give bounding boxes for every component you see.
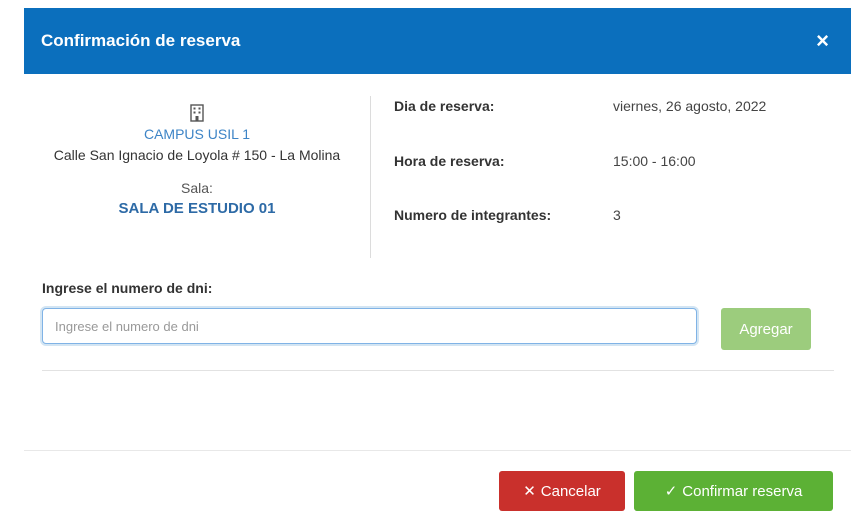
cancel-label: Cancelar [540,482,601,500]
check-icon: ✓ [664,483,678,500]
detail-label: Numero de integrantes: [394,207,552,223]
add-button[interactable]: Agregar [721,308,811,350]
sala-name: SALA DE ESTUDIO 01 [118,200,276,217]
footer-divider [24,450,851,451]
confirm-label: Confirmar reserva [682,482,803,500]
close-x-icon: ✕ [523,483,536,500]
vertical-divider [370,96,371,258]
detail-value: 15:00 - 16:00 [613,153,696,169]
detail-value: viernes, 26 agosto, 2022 [613,98,767,114]
detail-label: Hora de reserva: [394,153,505,169]
location-panel: CAMPUS USIL 1 Calle San Ignacio de Loyol… [24,94,370,217]
reservation-modal: Confirmación de reserva × CAMPUS USIL 1 … [24,8,851,511]
campus-address: Calle San Ignacio de Loyola # 150 - La M… [53,147,341,163]
detail-row-time: Hora de reserva: 15:00 - 16:00 [394,153,696,169]
close-icon[interactable]: × [816,30,829,52]
sala-label: Sala: [181,180,213,196]
cancel-button[interactable]: ✕ Cancelar [499,471,625,511]
dni-label: Ingrese el numero de dni: [42,280,213,296]
detail-row-day: Dia de reserva: viernes, 26 agosto, 2022 [394,98,766,114]
dni-input[interactable] [42,308,697,344]
modal-title: Confirmación de reserva [41,31,241,50]
confirm-button[interactable]: ✓ Confirmar reserva [634,471,833,511]
section-divider [42,370,834,371]
detail-row-members: Numero de integrantes: 3 [394,207,621,223]
modal-header: Confirmación de reserva × [24,8,851,74]
building-icon [190,104,204,122]
campus-name: CAMPUS USIL 1 [143,126,251,142]
detail-value: 3 [613,207,621,223]
detail-label: Dia de reserva: [394,98,495,114]
